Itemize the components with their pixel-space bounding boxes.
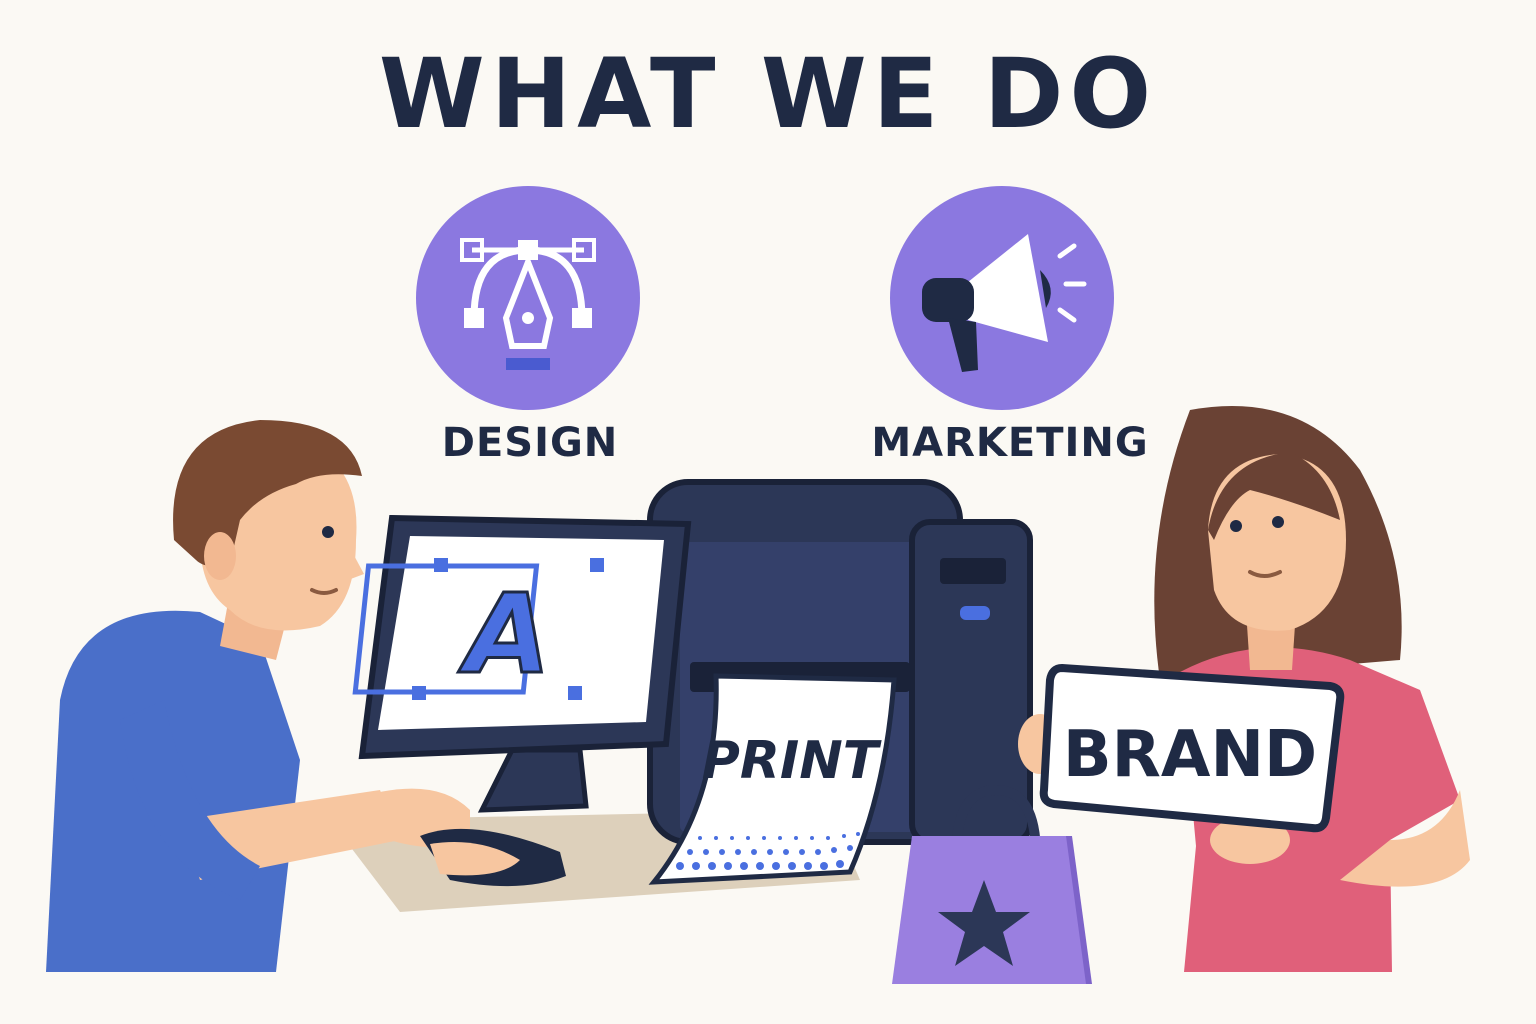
monitor-letter: A — [457, 570, 550, 698]
print-text: PRINT — [702, 731, 882, 791]
illustration-scene: PRINT A BRAND — [46, 186, 1470, 984]
pen-tool-icon — [416, 186, 640, 410]
brand-sign: BRAND — [1039, 663, 1345, 833]
brand-text: BRAND — [1063, 718, 1317, 792]
computer-monitor: A — [352, 514, 692, 813]
megaphone-icon — [890, 186, 1114, 410]
